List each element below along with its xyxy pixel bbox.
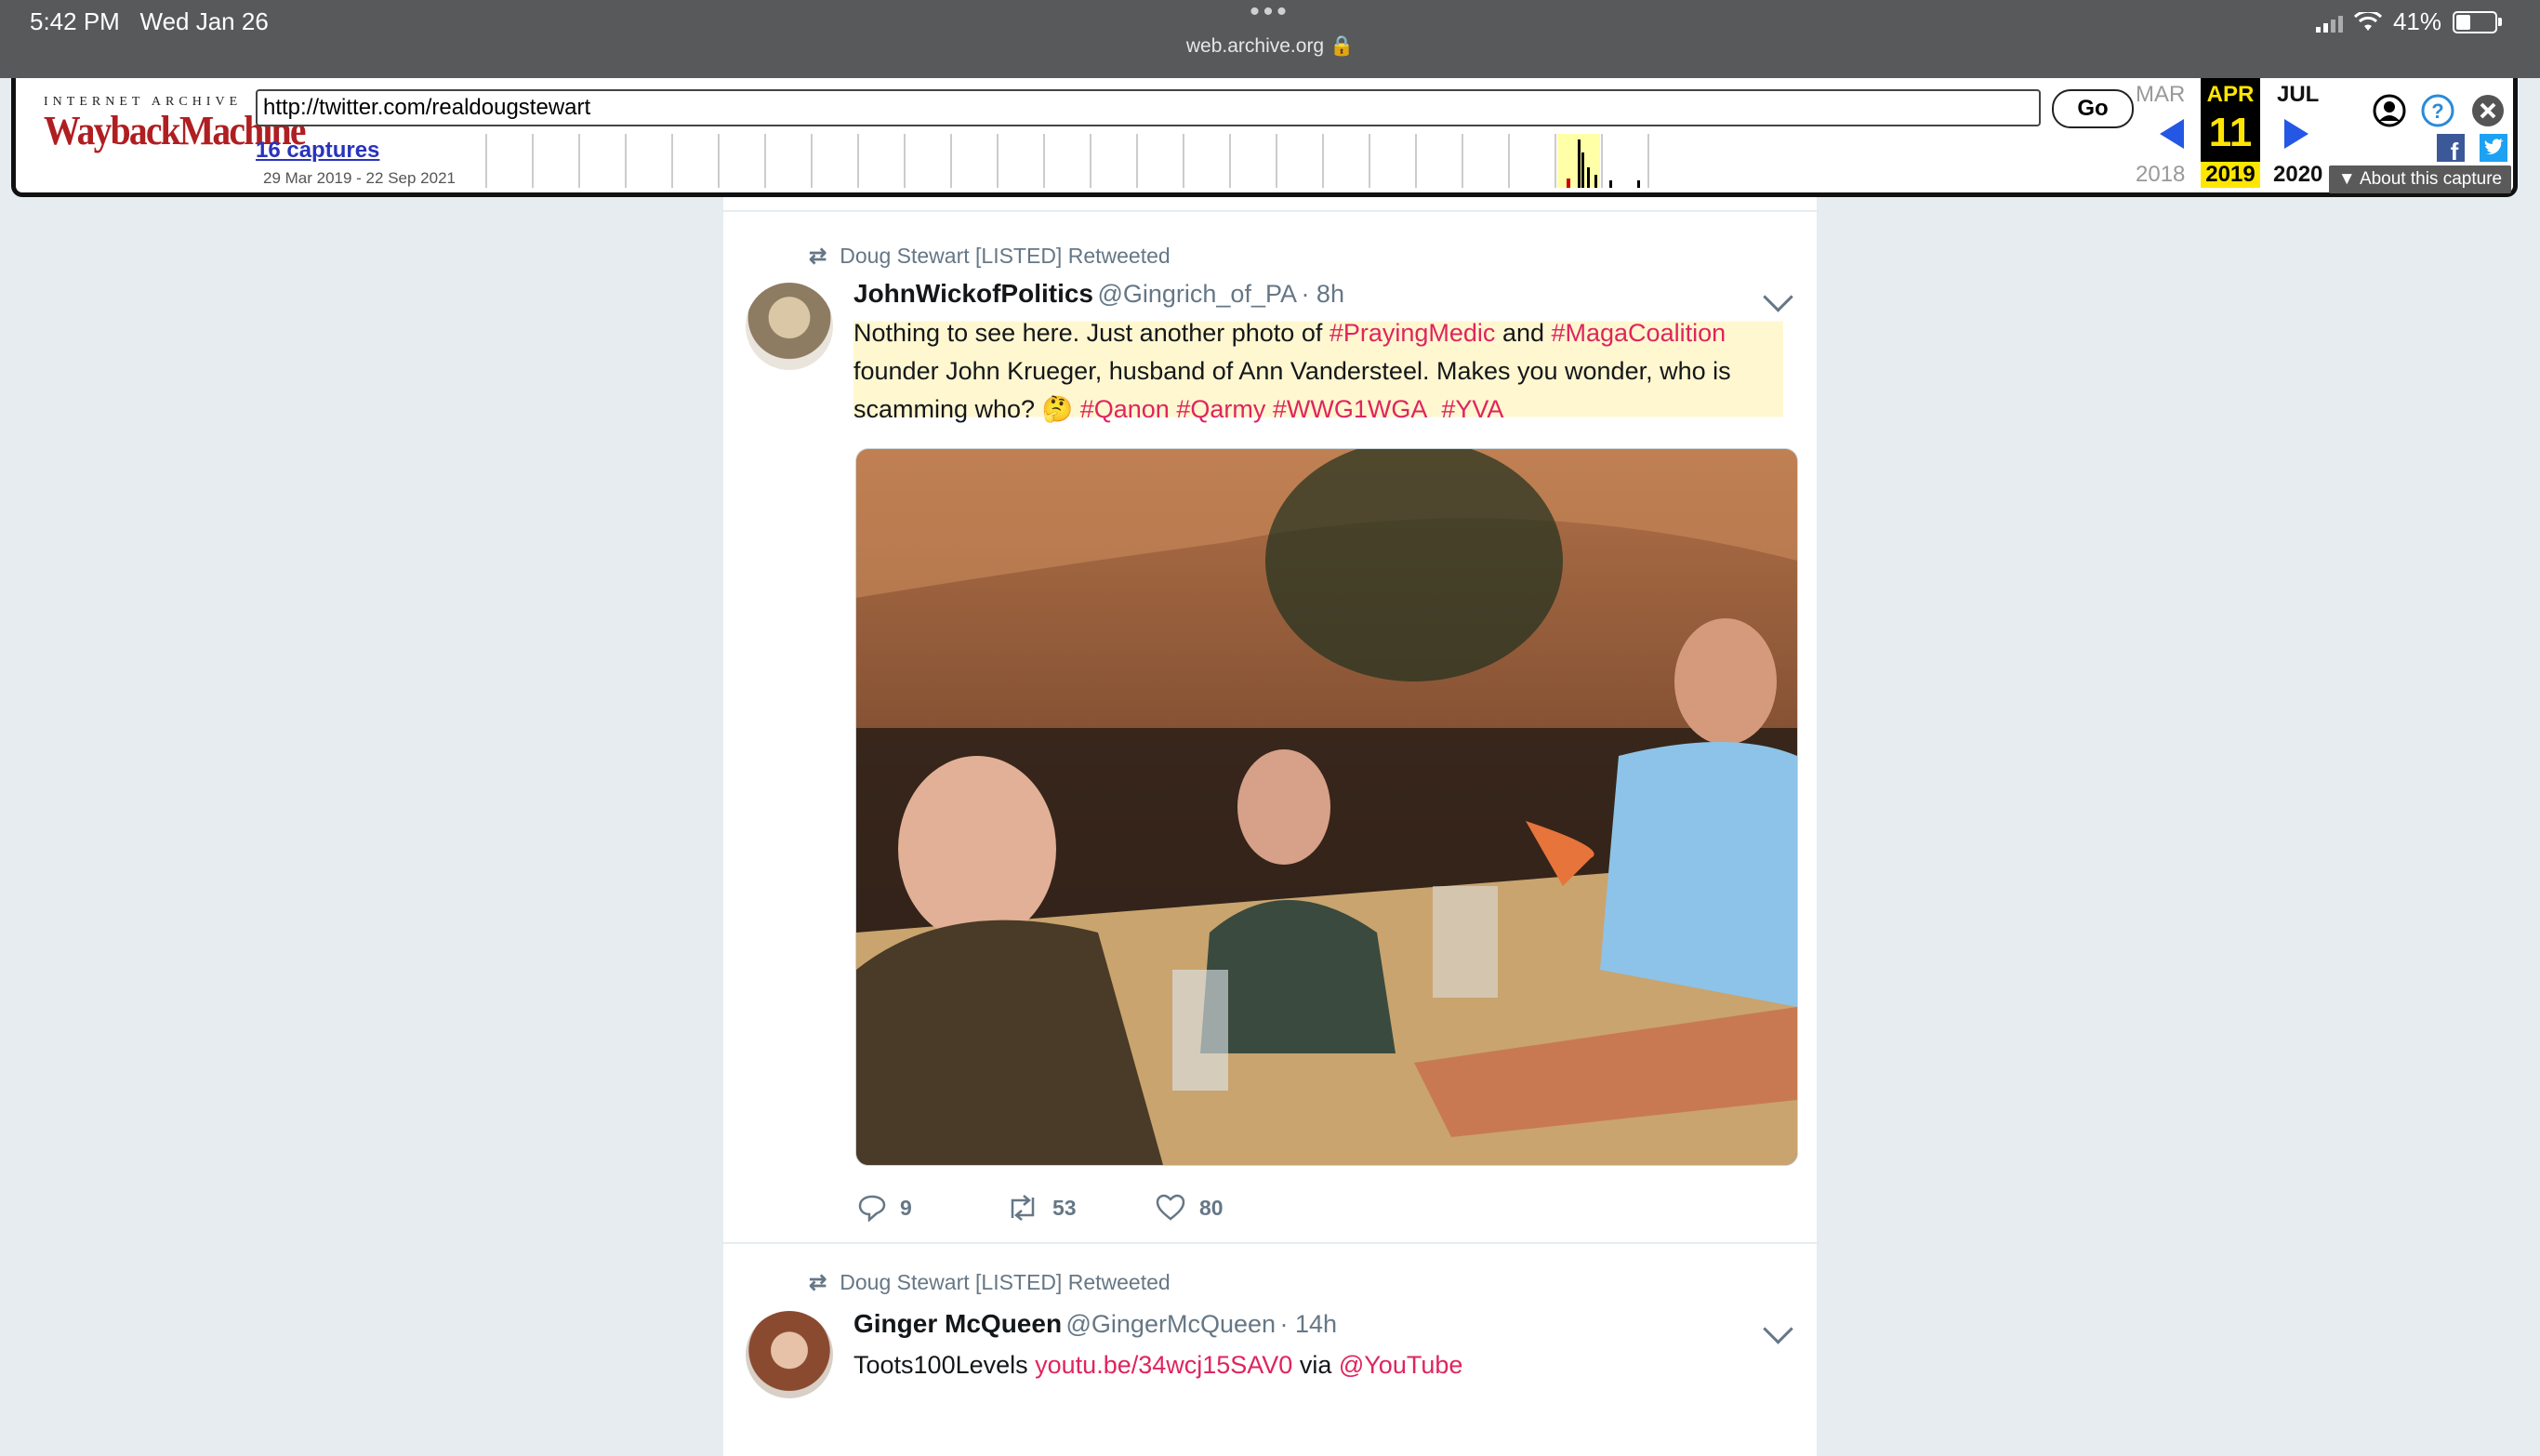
battery-icon xyxy=(2453,10,2502,33)
battery-percent: 41% xyxy=(2392,7,2441,35)
reply-icon xyxy=(858,1195,886,1222)
facebook-icon[interactable]: f xyxy=(2437,134,2465,162)
tweet-author-name[interactable]: JohnWickofPolitics xyxy=(853,279,1093,308)
tweet-timestamp[interactable]: · 8h xyxy=(1301,280,1344,308)
prev-year[interactable]: 2018 xyxy=(2136,162,2185,188)
svg-text:?: ? xyxy=(2431,99,2443,123)
tweet-header: JohnWickofPolitics @Gingrich_of_PA · 8h xyxy=(853,279,1765,309)
current-capture-date: APR 11 2019 xyxy=(2201,78,2260,188)
timeline: ⇄ Doug Stewart [LISTED] Retweeted JohnWic… xyxy=(723,197,1817,1456)
about-capture-button[interactable]: ▼ About this capture xyxy=(2329,165,2511,193)
tweet-timestamp[interactable]: · 14h xyxy=(1279,1310,1337,1338)
wayback-logo[interactable]: INTERNET ARCHIVE WaybackMachine xyxy=(44,95,306,152)
go-button[interactable]: Go xyxy=(2052,89,2134,128)
twitter-icon[interactable] xyxy=(2480,134,2507,162)
cellular-signal-icon xyxy=(2315,12,2343,33)
next-month[interactable]: JUL xyxy=(2277,82,2319,108)
retweet-icon: ⇄ xyxy=(809,244,827,268)
address-label[interactable]: web.archive.org 🔒 xyxy=(0,35,2540,58)
wifi-icon xyxy=(2353,11,2382,31)
next-year[interactable]: 2020 xyxy=(2273,162,2322,188)
avatar[interactable] xyxy=(746,1311,833,1398)
hashtag-link[interactable]: #PrayingMedic xyxy=(1330,319,1496,347)
hashtag-link[interactable]: #Qanon xyxy=(1080,395,1170,423)
chevron-down-icon[interactable] xyxy=(1763,282,1793,312)
prev-capture-arrow-icon[interactable] xyxy=(2160,119,2184,149)
tweet-actions: 9 53 80 xyxy=(857,1194,1224,1222)
retweet-context: ⇄ Doug Stewart [LISTED] Retweeted xyxy=(809,244,1171,268)
hashtag-link[interactable]: #Qarmy xyxy=(1176,395,1265,423)
tweet-author-handle[interactable]: @GingerMcQueen xyxy=(1066,1310,1277,1338)
lock-icon: 🔒 xyxy=(1329,35,1355,57)
wayback-toolbar: INTERNET ARCHIVE WaybackMachine Go 16 ca… xyxy=(11,78,2518,197)
hashtag-link[interactable]: #YVA xyxy=(1441,395,1503,423)
retweet-button[interactable]: 53 xyxy=(1006,1194,1155,1222)
tweet-header: Ginger McQueen @GingerMcQueen · 14h xyxy=(853,1309,1765,1339)
captures-link[interactable]: 16 captures xyxy=(256,138,379,164)
like-button[interactable]: 80 xyxy=(1155,1194,1224,1222)
wayback-url-input[interactable] xyxy=(256,89,2041,126)
restaurant-photo xyxy=(856,449,1797,1165)
tweet-text: Nothing to see here. Just another photo … xyxy=(853,314,1783,429)
close-icon[interactable] xyxy=(2470,93,2506,128)
battery-fill xyxy=(2456,14,2470,30)
svg-text:f: f xyxy=(2451,138,2459,162)
avatar[interactable] xyxy=(746,283,833,370)
retweet-icon xyxy=(1011,1195,1035,1221)
retweet-icon: ⇄ xyxy=(809,1270,827,1294)
reply-button[interactable]: 9 xyxy=(857,1194,1006,1222)
next-capture-arrow-icon[interactable] xyxy=(2284,119,2308,149)
chevron-down-icon[interactable] xyxy=(1763,1314,1793,1344)
youtube-link[interactable]: youtu.be/34wcj15SAV0 xyxy=(1035,1351,1292,1379)
tweet-text: Toots100Levels youtu.be/34wcj15SAV0 via … xyxy=(853,1351,1463,1379)
hashtag-link[interactable]: #MagaCoalition xyxy=(1552,319,1726,347)
account-icon[interactable] xyxy=(2372,93,2407,128)
status-bar: 5:42 PM Wed Jan 26 ••• web.archive.org 🔒… xyxy=(0,0,2540,78)
capture-range: 29 Mar 2019 - 22 Sep 2021 xyxy=(263,169,456,187)
tweet-author-handle[interactable]: @Gingrich_of_PA xyxy=(1097,280,1297,308)
multitask-dots-icon[interactable]: ••• xyxy=(0,0,2540,28)
tweet-photo[interactable] xyxy=(855,448,1798,1166)
help-icon[interactable]: ? xyxy=(2420,93,2455,128)
capture-sparkline[interactable] xyxy=(473,134,1700,188)
hashtag-link[interactable]: #WWG1WGA xyxy=(1273,395,1428,423)
prev-month[interactable]: MAR xyxy=(2136,82,2185,108)
tweet[interactable]: ⇄ Doug Stewart [LISTED] Retweeted Ginger … xyxy=(723,1244,1817,1456)
mention-link[interactable]: @YouTube xyxy=(1339,1351,1463,1379)
status-indicators: 41% xyxy=(2315,7,2502,36)
tweet-author-name[interactable]: Ginger McQueen xyxy=(853,1309,1062,1338)
tweet[interactable]: ⇄ Doug Stewart [LISTED] Retweeted JohnWic… xyxy=(723,197,1817,1242)
heart-icon xyxy=(1156,1194,1185,1221)
retweet-context: ⇄ Doug Stewart [LISTED] Retweeted xyxy=(809,1270,1171,1294)
